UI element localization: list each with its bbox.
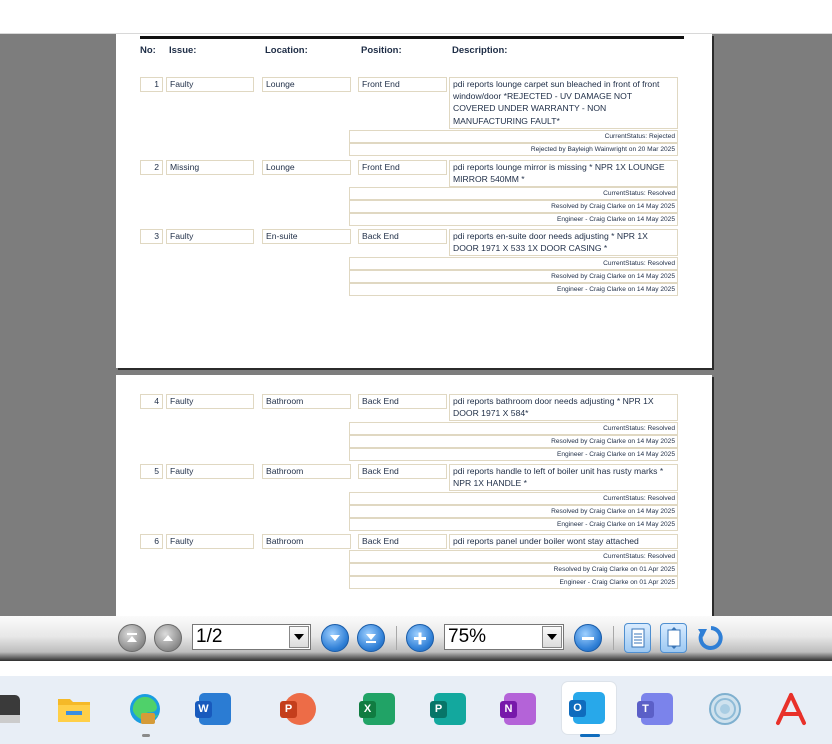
row-status-engineer: Engineer - Craig Clarke on 14 May 2025 (349, 448, 678, 461)
row-issue: Faulty (166, 77, 254, 92)
row-number: 2 (140, 160, 163, 175)
row-issue: Faulty (166, 394, 254, 409)
row-status: CurrentStatus: Resolved (349, 492, 678, 505)
row-status-detail: Resolved by Craig Clarke on 14 May 2025 (349, 270, 678, 283)
row-status-detail: Rejected by Bayleigh Wainwright on 20 Ma… (349, 143, 678, 156)
row-description: pdi reports lounge carpet sun bleached i… (449, 77, 678, 129)
previous-page-icon[interactable] (154, 624, 182, 652)
refresh-icon[interactable] (697, 624, 725, 652)
row-status: CurrentStatus: Resolved (349, 550, 678, 563)
toolbar-separator (396, 626, 397, 650)
acrobat-icon[interactable] (768, 686, 814, 732)
row-status-detail: Resolved by Craig Clarke on 01 Apr 2025 (349, 563, 678, 576)
row-location: Lounge (262, 77, 351, 92)
onenote-icon[interactable]: N (497, 686, 543, 732)
running-indicator (142, 734, 150, 737)
last-page-icon[interactable] (357, 624, 385, 652)
page-number-value: 1/2 (196, 626, 223, 647)
row-issue: Faulty (166, 229, 254, 244)
row-position: Back End (358, 394, 447, 409)
row-position: Front End (358, 77, 447, 92)
powerpoint-icon[interactable]: P (277, 686, 323, 732)
row-status: CurrentStatus: Rejected (349, 130, 678, 143)
row-description: pdi reports en-suite door needs adjustin… (449, 229, 678, 257)
chevron-down-icon[interactable] (289, 626, 309, 648)
row-number: 5 (140, 464, 163, 479)
row-position: Back End (358, 229, 447, 244)
page-number-field[interactable]: 1/2 (192, 624, 311, 650)
word-icon[interactable]: W (192, 686, 238, 732)
row-description: pdi reports bathroom door needs adjustin… (449, 394, 678, 422)
document-viewer[interactable]: No: Issue: Location: Position: Descripti… (0, 34, 832, 616)
row-position: Front End (358, 160, 447, 175)
next-page-icon[interactable] (321, 624, 349, 652)
row-status-engineer: Engineer - Craig Clarke on 01 Apr 2025 (349, 576, 678, 589)
row-status-engineer: Engineer - Craig Clarke on 14 May 2025 (349, 283, 678, 296)
teams-icon[interactable]: T (634, 686, 680, 732)
file-explorer-icon[interactable] (51, 686, 97, 732)
row-status-detail: Resolved by Craig Clarke on 14 May 2025 (349, 505, 678, 518)
row-description: pdi reports lounge mirror is missing * N… (449, 160, 678, 188)
page-top-rule (140, 36, 684, 39)
row-status-engineer: Engineer - Craig Clarke on 14 May 2025 (349, 518, 678, 531)
zoom-value: 75% (448, 626, 487, 647)
header-no: No: (140, 45, 156, 56)
top-bar (0, 0, 832, 34)
edge-icon[interactable] (122, 686, 168, 732)
header-position: Position: (361, 45, 402, 56)
zoom-in-icon[interactable] (406, 624, 434, 652)
row-number: 4 (140, 394, 163, 409)
taskbar: W P X P N O T (0, 676, 832, 744)
row-position: Back End (358, 464, 447, 479)
row-location: Bathroom (262, 464, 351, 479)
row-location: Bathroom (262, 394, 351, 409)
row-description: pdi reports handle to left of boiler uni… (449, 464, 678, 492)
header-description: Description: (452, 45, 508, 56)
zoom-field[interactable]: 75% (444, 624, 564, 650)
publisher-icon[interactable]: P (427, 686, 473, 732)
app-icon[interactable] (0, 686, 28, 732)
app-icon[interactable] (702, 686, 748, 732)
row-description: pdi reports panel under boiler wont stay… (449, 534, 678, 550)
row-number: 3 (140, 229, 163, 244)
row-status-engineer: Engineer - Craig Clarke on 14 May 2025 (349, 213, 678, 226)
row-status: CurrentStatus: Resolved (349, 187, 678, 200)
row-issue: Faulty (166, 464, 254, 479)
row-status: CurrentStatus: Resolved (349, 422, 678, 435)
row-number: 1 (140, 77, 163, 92)
header-location: Location: (265, 45, 308, 56)
excel-icon[interactable]: X (356, 686, 402, 732)
report-page-2: 4 Faulty Bathroom Back End pdi reports b… (116, 375, 712, 616)
row-number: 6 (140, 534, 163, 549)
fit-page-icon[interactable] (660, 623, 687, 653)
row-position: Back End (358, 534, 447, 549)
chevron-down-icon[interactable] (542, 626, 562, 648)
zoom-out-icon[interactable] (574, 624, 602, 652)
row-issue: Missing (166, 160, 254, 175)
header-issue: Issue: (169, 45, 197, 56)
fit-width-icon[interactable] (624, 623, 651, 653)
row-status-detail: Resolved by Craig Clarke on 14 May 2025 (349, 200, 678, 213)
first-page-icon[interactable] (118, 624, 146, 652)
row-location: En-suite (262, 229, 351, 244)
outlook-icon[interactable]: O (562, 682, 616, 734)
report-page-1: No: Issue: Location: Position: Descripti… (116, 34, 712, 368)
row-issue: Faulty (166, 534, 254, 549)
row-status: CurrentStatus: Resolved (349, 257, 678, 270)
row-status-detail: Resolved by Craig Clarke on 14 May 2025 (349, 435, 678, 448)
viewer-toolbar: 1/2 75% (0, 616, 832, 661)
toolbar-separator (613, 626, 614, 650)
row-location: Lounge (262, 160, 351, 175)
row-location: Bathroom (262, 534, 351, 549)
active-indicator (580, 734, 600, 737)
